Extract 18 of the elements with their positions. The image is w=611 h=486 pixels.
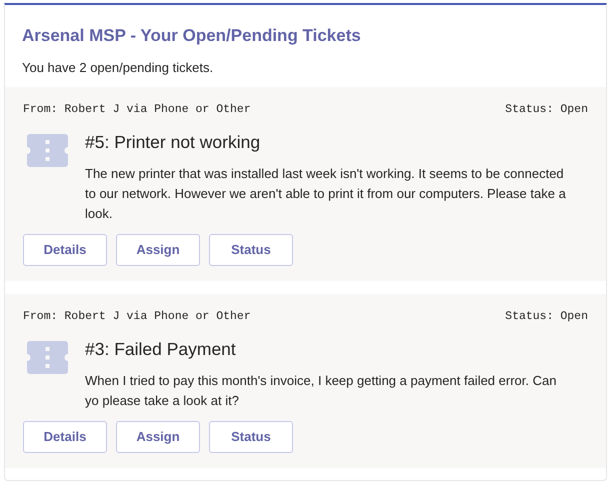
ticket-icon: [27, 134, 68, 167]
ticket-source: From: Robert J via Phone or Other: [23, 309, 251, 325]
action-button[interactable]: Assign: [116, 234, 200, 266]
card-title: Arsenal MSP - Your Open/Pending Tickets: [22, 25, 362, 47]
ticket-description: When I tried to pay this month's invoice, I keep getting a payment failed error. Can yo please take a look at it?: [85, 372, 558, 410]
ticket-status: Status: Open: [505, 309, 588, 325]
action-button[interactable]: Details: [23, 234, 107, 266]
ticket-status: Status: Open: [505, 102, 588, 118]
ticket-title: #5: Printer not working: [85, 131, 262, 154]
action-button[interactable]: Status: [209, 234, 293, 266]
ticket-icon: [27, 341, 68, 374]
action-button[interactable]: Status: [209, 421, 293, 453]
action-button[interactable]: Assign: [116, 421, 200, 453]
action-button[interactable]: Details: [23, 421, 107, 453]
ticket-count-text: You have 2 open/pending tickets.: [22, 59, 214, 77]
ticket-source: From: Robert J via Phone or Other: [23, 102, 251, 118]
ticket-title: #3: Failed Payment: [85, 338, 237, 361]
ticket-description: The new printer that was installed last week isn't working. It seems to be connected to our network. However we aren't able to print it from our computers. Please take a look.: [85, 165, 567, 223]
